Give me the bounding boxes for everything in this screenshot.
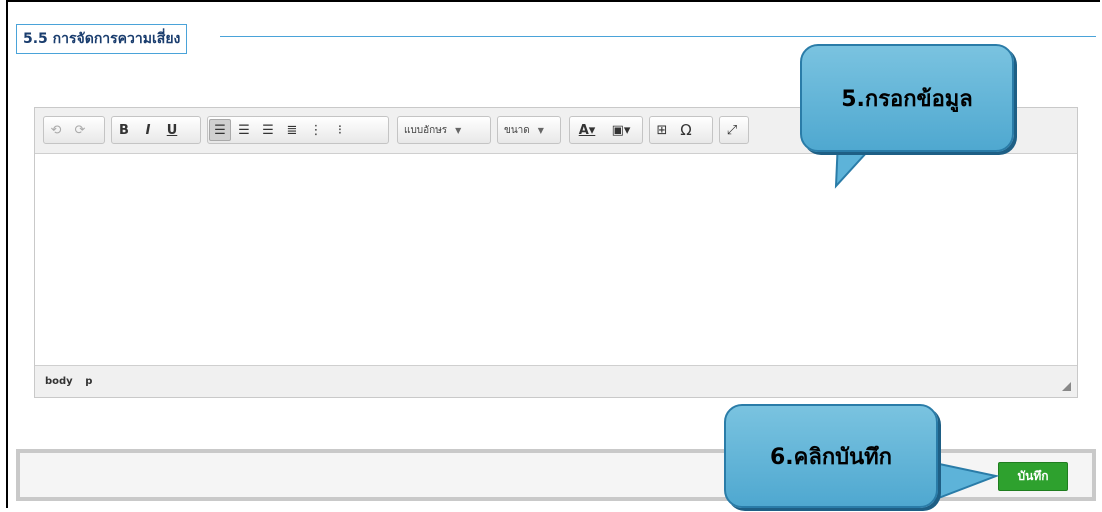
italic-button[interactable]: I (137, 119, 159, 141)
numbered-list-icon[interactable]: ⋮ (305, 119, 327, 141)
text-color-icon[interactable]: A▾ (571, 119, 603, 141)
align-group: ☰ ☰ ☰ ≣ ⋮ ⁝ (207, 116, 389, 144)
insert-group: ⊞ Ω (649, 116, 713, 144)
editor-statusbar: body p (35, 365, 1077, 397)
chevron-down-icon: ▼ (455, 125, 462, 135)
element-path: body p (45, 376, 101, 387)
path-item-p[interactable]: p (85, 376, 92, 387)
size-dropdown-label: ขนาด (504, 124, 530, 136)
align-justify-icon[interactable]: ≣ (281, 119, 303, 141)
color-group: A▾ ▣▾ (569, 116, 643, 144)
redo-icon[interactable]: ⟳ (69, 119, 91, 141)
path-item-body[interactable]: body (45, 376, 73, 387)
bullet-list-icon[interactable]: ⁝ (329, 119, 351, 141)
table-icon[interactable]: ⊞ (651, 119, 673, 141)
callout-step6-text: 6.คลิกบันทึก (769, 444, 892, 470)
align-center-icon[interactable]: ☰ (233, 119, 255, 141)
size-dropdown[interactable]: ขนาด ▼ (497, 116, 561, 144)
callout-step5-text: 5.กรอกข้อมูล (841, 86, 973, 112)
special-char-icon[interactable]: Ω (675, 119, 697, 141)
resize-handle[interactable] (1062, 382, 1071, 391)
fullscreen-group: ⤢ (719, 116, 749, 144)
section-divider (220, 36, 1096, 37)
font-dropdown[interactable]: แบบอักษร ▼ (397, 116, 491, 144)
background-color-icon[interactable]: ▣▾ (605, 119, 637, 141)
align-right-icon[interactable]: ☰ (257, 119, 279, 141)
chevron-down-icon: ▼ (537, 125, 544, 135)
editor-content-area[interactable] (35, 154, 1077, 366)
font-dropdown-label: แบบอักษร (404, 124, 448, 136)
align-left-icon[interactable]: ☰ (209, 119, 231, 141)
callout-step5: 5.กรอกข้อมูล (800, 44, 1014, 152)
format-group: B I U (111, 116, 201, 144)
callout-step6: 6.คลิกบันทึก (724, 404, 938, 508)
history-group: ⟲ ⟳ (43, 116, 105, 144)
bold-button[interactable]: B (113, 119, 135, 141)
underline-button[interactable]: U (161, 119, 183, 141)
fullscreen-icon[interactable]: ⤢ (721, 119, 743, 141)
section-title: 5.5 การจัดการความเสี่ยง (16, 24, 188, 54)
undo-icon[interactable]: ⟲ (45, 119, 67, 141)
